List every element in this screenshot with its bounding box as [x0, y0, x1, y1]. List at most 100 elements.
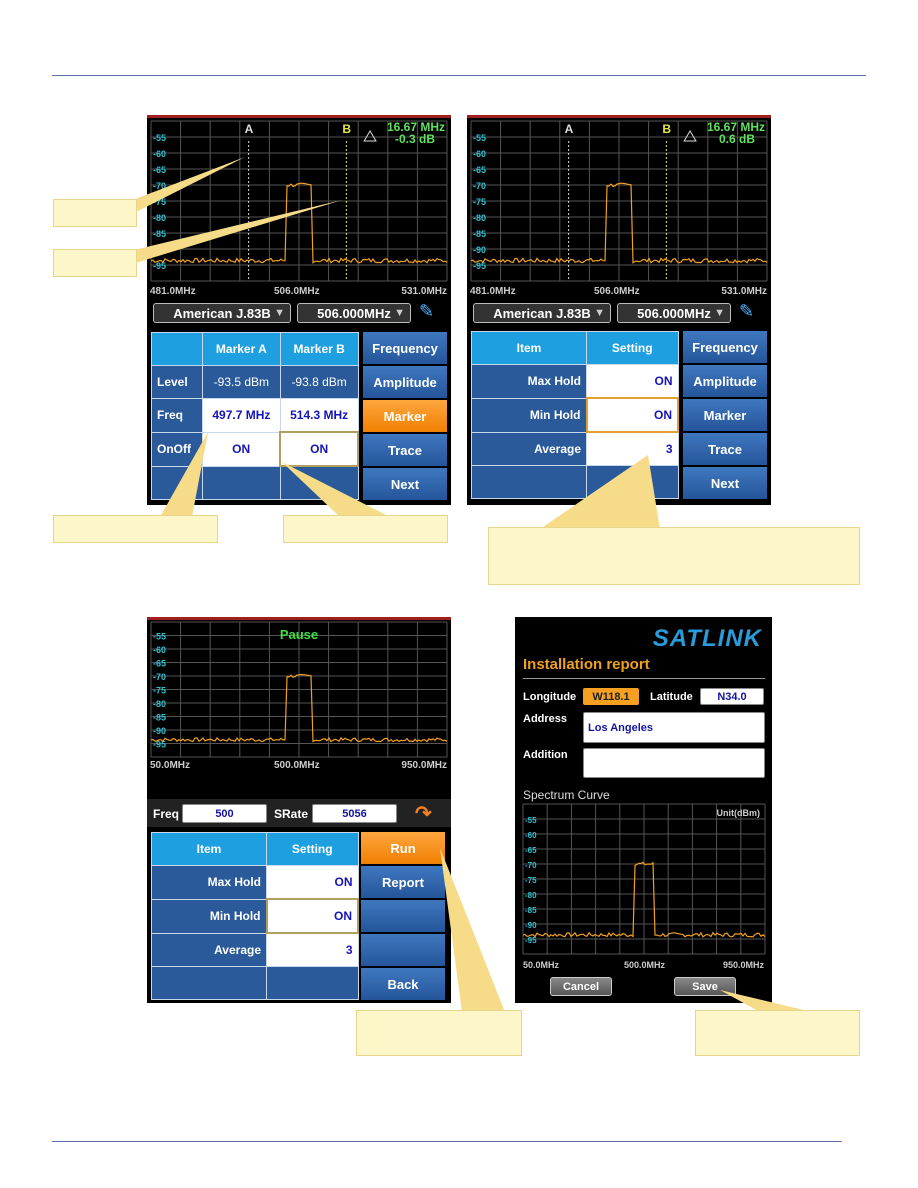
row-label: Freq	[151, 398, 203, 433]
standard-dropdown[interactable]: American J.83B ▼	[473, 303, 611, 323]
amplitude-button[interactable]: Amplitude	[363, 366, 447, 398]
empty-cell	[586, 465, 679, 499]
triangle-icon	[683, 130, 697, 142]
marker-a-level: -93.5 dBm	[202, 365, 281, 399]
y-tick-label: -70	[153, 181, 166, 191]
max-hold-field[interactable]: ON	[266, 865, 359, 900]
y-tick-label: -85	[153, 229, 166, 239]
empty-cell	[151, 966, 267, 1000]
callout-box	[356, 1010, 522, 1056]
top-bar	[467, 115, 771, 118]
y-tick-label: -95	[525, 936, 537, 945]
installation-report-screen: SATLINK Installation report Longitude La…	[515, 617, 772, 1003]
row-label: OnOff	[151, 431, 203, 467]
frequency-button[interactable]: Frequency	[683, 331, 767, 363]
pencil-icon[interactable]: ✎	[419, 301, 434, 322]
menu-buttons: Frequency Amplitude Marker Trace Next	[683, 331, 767, 499]
empty-cell	[151, 465, 203, 500]
dropdown-arrow-icon: ▼	[274, 307, 285, 319]
dropdown-arrow-icon: ▼	[394, 307, 405, 319]
freq-label: Freq	[153, 807, 180, 821]
y-tick-label: -60	[473, 149, 486, 159]
callout-box	[283, 515, 448, 543]
empty-cell	[202, 465, 281, 500]
trace-settings-table: Item Setting Max Hold ON Min Hold ON Averag…	[151, 832, 359, 1000]
spectrum-pause-screen: -55 -60 -65 -70 -75 -80 -85 -90 -95 Pause 50.0MH…	[147, 617, 451, 1003]
row-label: Average	[471, 431, 587, 466]
trace-button[interactable]: Trace	[683, 433, 767, 465]
row-label: Average	[151, 932, 267, 967]
back-button[interactable]: Back	[361, 968, 445, 1000]
marker-b-freq-field[interactable]: 514.3 MHz	[279, 398, 359, 433]
y-tick-label: -65	[153, 165, 166, 175]
freq-input[interactable]	[182, 804, 267, 823]
y-tick-label: -65	[473, 165, 486, 175]
y-tick-label: -65	[153, 659, 166, 669]
callout-box	[53, 199, 137, 227]
min-hold-field[interactable]: ON	[585, 397, 679, 433]
frequency-dropdown[interactable]: 506.000MHz ▼	[617, 303, 731, 323]
blank-button[interactable]	[361, 934, 445, 966]
footer-rule	[52, 1141, 842, 1142]
frequency-button[interactable]: Frequency	[363, 332, 447, 364]
pencil-icon[interactable]: ✎	[739, 301, 754, 322]
dropdown-arrow-icon: ▼	[594, 307, 605, 319]
y-tick-label: -60	[153, 645, 166, 655]
x-label-start: 481.0MHz	[470, 286, 516, 297]
y-tick-label: -90	[153, 245, 166, 255]
frequency-dropdown[interactable]: 506.000MHz ▼	[297, 303, 411, 323]
trace-screen: -55 -60 -65 -70 -75 -80 -85 -90 -95 A B 16.67 MHz 0.…	[467, 115, 771, 505]
y-tick-label: -55	[525, 816, 537, 825]
marker-button[interactable]: Marker	[683, 399, 767, 431]
y-tick-label: -65	[525, 846, 537, 855]
y-tick-label: -80	[473, 213, 486, 223]
row-label: Min Hold	[471, 397, 587, 433]
y-tick-label: -60	[525, 831, 537, 840]
marker-screen: -55 -60 -65 -70 -75 -80 -85 -90 -95 A B 16.67 MHz -0…	[147, 115, 451, 505]
callout-box	[488, 527, 860, 585]
run-button[interactable]: Run	[361, 832, 445, 864]
save-button[interactable]: Save	[674, 977, 736, 996]
y-tick-label: -70	[525, 861, 537, 870]
header-setting: Setting	[586, 331, 679, 365]
row-label: Min Hold	[151, 898, 267, 934]
header-rule	[52, 75, 866, 76]
marker-a-label: A	[245, 122, 254, 136]
marker-b-label: B	[342, 122, 351, 136]
marker-b-label: B	[662, 122, 671, 136]
min-hold-field[interactable]: ON	[265, 898, 359, 934]
blank-button[interactable]	[361, 900, 445, 932]
average-field[interactable]: 3	[586, 431, 679, 466]
header-item: Item	[151, 832, 267, 866]
amplitude-button[interactable]: Amplitude	[683, 365, 767, 397]
next-button[interactable]: Next	[363, 468, 447, 500]
srate-input[interactable]	[312, 804, 397, 823]
delta-level: 0.6 dB	[719, 132, 755, 146]
callout-box	[695, 1010, 860, 1056]
callout-box	[53, 249, 137, 277]
y-tick-label: -55	[473, 133, 486, 143]
y-tick-label: -70	[473, 181, 486, 191]
next-button[interactable]: Next	[683, 467, 767, 499]
marker-button[interactable]: Marker	[363, 400, 447, 432]
srate-label: SRate	[274, 807, 309, 821]
marker-b-onoff-toggle[interactable]: ON	[279, 431, 359, 467]
y-tick-label: -90	[153, 726, 166, 736]
menu-buttons: Frequency Amplitude Marker Trace Next	[363, 332, 447, 500]
y-tick-label: -75	[473, 197, 486, 207]
trace-button[interactable]: Trace	[363, 434, 447, 466]
marker-a-onoff-toggle[interactable]: ON	[202, 431, 281, 467]
standard-dropdown[interactable]: American J.83B ▼	[153, 303, 291, 323]
row-label: Max Hold	[471, 364, 587, 399]
row-label: Max Hold	[151, 865, 267, 900]
y-tick-label: -85	[525, 906, 537, 915]
report-button[interactable]: Report	[361, 866, 445, 898]
redo-arrow-icon[interactable]: ↷	[415, 801, 432, 826]
average-field[interactable]: 3	[266, 932, 359, 967]
cancel-button[interactable]: Cancel	[550, 977, 612, 996]
empty-cell	[471, 465, 587, 499]
marker-a-freq-field[interactable]: 497.7 MHz	[202, 398, 281, 433]
x-label-end: 950.0MHz	[401, 760, 447, 771]
delta-level: -0.3 dB	[395, 132, 435, 146]
max-hold-field[interactable]: ON	[586, 364, 679, 399]
